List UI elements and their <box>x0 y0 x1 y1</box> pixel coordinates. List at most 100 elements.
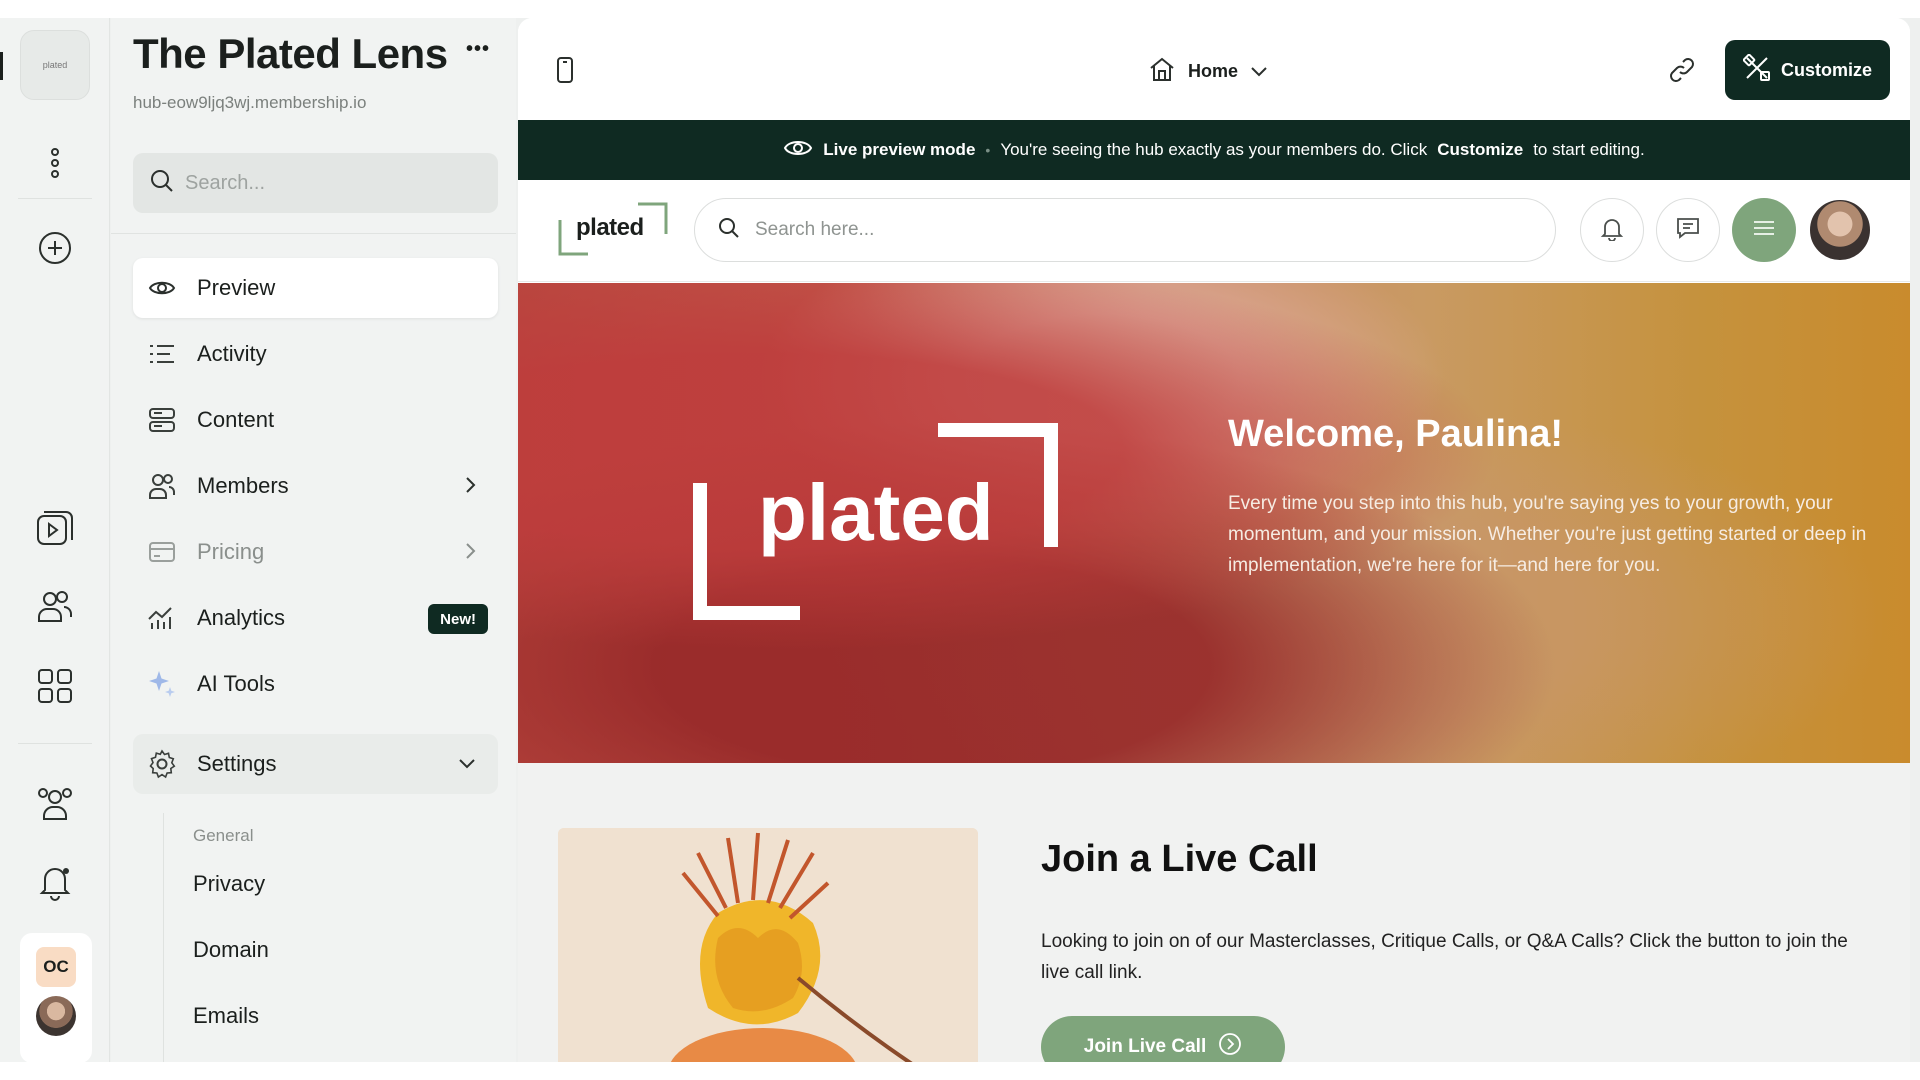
welcome-text: Every time you step into this hub, you'r… <box>1228 493 1867 576</box>
sidebar-item-label: Preview <box>197 275 276 300</box>
sidebar: The Plated Lens ••• hub-eow9ljq3wj.membe… <box>111 18 516 1062</box>
join-live-call-button[interactable]: Join Live Call <box>1041 1016 1285 1062</box>
banner-text-before: You're seeing the hub exactly as your me… <box>1000 140 1428 159</box>
page-select-label: Home <box>1188 61 1239 81</box>
live-call-title: Join a Live Call <box>1041 838 1318 880</box>
arrow-circle-icon <box>1218 1032 1242 1062</box>
chat-icon <box>1675 215 1701 246</box>
banner-mode: Live preview mode <box>823 140 976 159</box>
chevron-down-icon <box>458 756 476 774</box>
search-icon <box>149 168 175 199</box>
banner-dot: • <box>985 142 991 158</box>
hero-brand-logo: plated <box>693 423 1063 623</box>
settings-item-emails[interactable]: Emails <box>193 1003 259 1029</box>
sidebar-item-ai-tools[interactable]: AI Tools <box>133 654 498 714</box>
copy-link-icon[interactable] <box>1668 56 1696 89</box>
live-call-image <box>558 828 978 1062</box>
add-hub-icon[interactable] <box>30 223 80 273</box>
list-icon <box>147 339 177 369</box>
settings-subnav-line <box>163 813 164 1062</box>
messages-button[interactable] <box>1656 198 1720 262</box>
hub-logo[interactable]: plated <box>558 202 668 258</box>
welcome-title: Welcome, Paulina! <box>1228 413 1564 455</box>
users-icon <box>147 471 177 501</box>
apps-grid-icon[interactable] <box>30 661 80 711</box>
hamburger-icon <box>1752 219 1776 242</box>
hub-switcher-logo[interactable]: plated <box>20 30 90 100</box>
sidebar-item-settings[interactable]: Settings <box>133 734 498 794</box>
sidebar-item-content[interactable]: Content <box>133 390 498 450</box>
sidebar-divider <box>111 233 516 234</box>
hero-logo-text: plated <box>758 468 994 557</box>
menu-button[interactable] <box>1732 198 1796 262</box>
home-icon <box>1148 56 1176 87</box>
settings-item-domain[interactable]: Domain <box>193 937 269 963</box>
rail-active-marker <box>0 52 3 80</box>
sidebar-search-placeholder: Search... <box>185 171 266 194</box>
main-panel: Home Customize Live preview mode • You'r… <box>518 18 1910 1062</box>
sidebar-item-label: Analytics <box>197 605 286 630</box>
hub-more-icon[interactable]: ••• <box>466 38 490 61</box>
org-initials-badge[interactable]: OC <box>36 947 76 987</box>
notifications-button[interactable] <box>1580 198 1644 262</box>
hub-url[interactable]: hub-eow9ljq3wj.membership.io <box>133 93 366 113</box>
hub-search-input[interactable]: Search here... <box>694 198 1556 262</box>
banner-bold-word: Customize <box>1437 140 1524 159</box>
sidebar-item-pricing[interactable]: Pricing <box>133 522 498 582</box>
video-library-icon[interactable] <box>30 503 80 553</box>
rail-logo-text: plated <box>42 60 68 70</box>
hub-logo-text: plated <box>576 214 644 241</box>
live-preview-banner: Live preview mode • You're seeing the hu… <box>518 120 1910 180</box>
search-icon <box>717 216 741 245</box>
sidebar-item-label: Content <box>197 407 275 432</box>
gear-icon <box>147 749 177 779</box>
sparkle-icon <box>147 669 177 699</box>
card-icon <box>147 537 177 567</box>
welcome-hero: plated Welcome, Paulina! Every time you … <box>518 283 1910 763</box>
customize-label: Customize <box>1780 59 1872 80</box>
app-window: plated OC The Plated Lens ••• hub-eow9lj… <box>0 18 1920 1063</box>
banner-text-after: to start editing. <box>1533 140 1645 159</box>
notifications-bell-icon[interactable] <box>30 856 80 906</box>
eye-icon <box>147 273 177 303</box>
sidebar-item-label: AI Tools <box>197 671 275 696</box>
sidebar-item-preview[interactable]: Preview <box>133 258 498 318</box>
team-icon[interactable] <box>30 778 80 828</box>
hub-header: plated Search here... <box>518 180 1910 282</box>
sidebar-item-activity[interactable]: Activity <box>133 324 498 384</box>
user-avatar[interactable] <box>36 996 76 1036</box>
live-call-text: Looking to join on of our Masterclasses,… <box>1041 931 1848 983</box>
sidebar-item-label: Activity <box>197 341 267 366</box>
new-badge: New! <box>428 604 488 634</box>
rail-divider <box>18 198 92 199</box>
settings-item-privacy[interactable]: Privacy <box>193 871 265 897</box>
content-icon <box>147 405 177 435</box>
chevron-right-icon <box>464 542 476 565</box>
page-select[interactable]: Home <box>1148 56 1268 87</box>
customize-button[interactable]: Customize <box>1725 40 1890 100</box>
chevron-right-icon <box>464 476 476 499</box>
more-vertical-icon[interactable] <box>30 138 80 188</box>
settings-sub-heading: General <box>193 826 254 845</box>
bell-icon <box>1599 215 1625 246</box>
mobile-device-icon[interactable] <box>556 56 574 89</box>
eye-icon <box>783 137 813 164</box>
rail-divider-2 <box>18 743 92 744</box>
sidebar-search-input[interactable]: Search... <box>133 153 498 213</box>
sidebar-item-members[interactable]: Members <box>133 456 498 516</box>
sidebar-item-label: Pricing <box>197 539 265 564</box>
sidebar-item-label: Settings <box>197 751 277 776</box>
members-icon[interactable] <box>30 581 80 631</box>
sidebar-item-analytics[interactable]: Analytics New! <box>133 588 498 648</box>
chart-icon <box>147 603 177 633</box>
hub-title: The Plated Lens <box>133 30 448 77</box>
live-call-section: Join a Live Call Looking to join on of o… <box>518 763 1910 1062</box>
chevron-down-icon <box>1250 61 1268 82</box>
account-switcher[interactable]: OC <box>20 933 92 1063</box>
member-avatar[interactable] <box>1808 198 1872 262</box>
hub-search-placeholder: Search here... <box>755 219 875 240</box>
preview-toolbar: Home Customize <box>518 18 1910 120</box>
tools-icon <box>1742 53 1771 87</box>
icon-rail: plated OC <box>0 18 110 1063</box>
sidebar-item-label: Members <box>197 473 289 498</box>
